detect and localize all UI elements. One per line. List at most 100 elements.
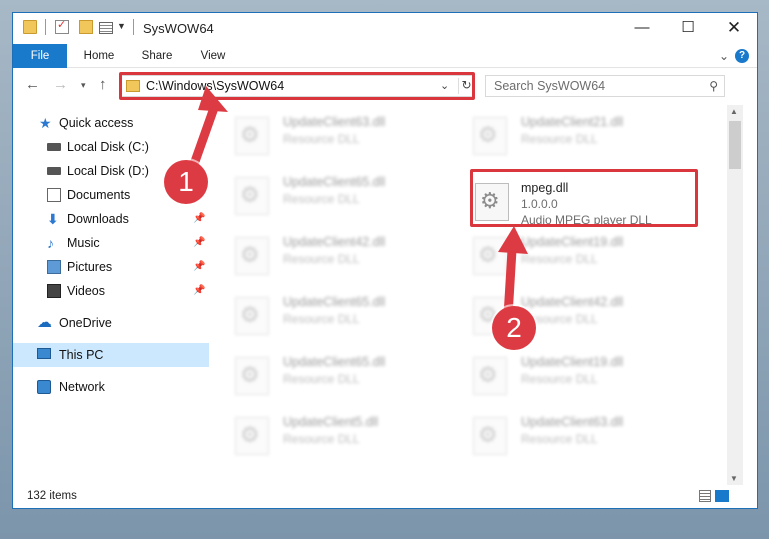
star-icon: ★ xyxy=(39,115,52,131)
file-type: Resource DLL xyxy=(521,132,598,146)
file-name: UpdateClient63.dll xyxy=(521,415,624,429)
sidebar-item-label: Pictures xyxy=(67,260,113,274)
tab-share[interactable]: Share xyxy=(135,44,179,68)
ribbon-tabs: File Home Share View ⌄ ? xyxy=(13,44,757,68)
pin-icon[interactable]: 📌 xyxy=(193,255,205,279)
file-tile[interactable]: UpdateClient19.dll Resource DLL xyxy=(463,351,673,403)
file-name: UpdateClient42.dll xyxy=(521,295,624,309)
view-options-icon[interactable] xyxy=(99,22,113,34)
sidebar-item-downloads[interactable]: ⬇ Downloads 📌 xyxy=(13,207,209,231)
close-button[interactable]: ✕ xyxy=(711,13,757,43)
scroll-up-icon[interactable]: ▲ xyxy=(730,107,738,116)
up-button[interactable]: ↑ xyxy=(99,76,107,93)
file-tile[interactable]: UpdateClient63.dll Resource DLL xyxy=(463,411,673,463)
properties-icon[interactable] xyxy=(55,18,69,34)
back-button[interactable]: ← xyxy=(25,76,40,93)
window-title: SysWOW64 xyxy=(143,21,214,36)
file-name: UpdateClient19.dll xyxy=(521,355,624,369)
pin-icon[interactable]: 📌 xyxy=(193,231,205,255)
file-list: UpdateClient63.dll Resource DLL UpdateCl… xyxy=(213,105,723,485)
file-tile[interactable]: UpdateClient42.dll Resource DLL xyxy=(225,231,435,283)
file-name: UpdateClient65.dll xyxy=(283,355,386,369)
sidebar-item-quick-access[interactable]: ★ Quick access xyxy=(13,111,209,135)
dll-file-icon xyxy=(235,117,269,155)
file-tile[interactable]: UpdateClient65.dll Resource DLL xyxy=(225,291,435,343)
sidebar-item-local-disk-c[interactable]: Local Disk (C:) xyxy=(13,135,209,159)
file-type: Resource DLL xyxy=(283,312,360,326)
file-name: UpdateClient63.dll xyxy=(283,115,386,129)
dll-file-icon xyxy=(235,417,269,455)
file-name: UpdateClient19.dll xyxy=(521,235,624,249)
sidebar-item-network[interactable]: Network xyxy=(13,375,209,399)
title-bar: ▼ SysWOW64 — ☐ ✕ xyxy=(13,13,757,44)
file-tile[interactable]: UpdateClient65.dll Resource DLL xyxy=(225,351,435,403)
toolbar-divider xyxy=(45,19,46,35)
dll-file-icon xyxy=(473,357,507,395)
file-name: UpdateClient42.dll xyxy=(283,235,386,249)
sidebar-item-label: Downloads xyxy=(67,212,129,226)
search-icon[interactable]: ⚲ xyxy=(709,79,718,93)
documents-icon xyxy=(47,188,61,202)
file-tile[interactable]: UpdateClient21.dll Resource DLL xyxy=(463,111,673,163)
search-input[interactable]: Search SysWOW64 ⚲ xyxy=(485,75,725,97)
search-placeholder: Search SysWOW64 xyxy=(494,79,606,93)
forward-button[interactable]: → xyxy=(53,76,68,93)
sidebar-item-music[interactable]: ♪ Music 📌 xyxy=(13,231,209,255)
address-bar-highlight xyxy=(119,72,475,100)
sidebar-item-videos[interactable]: Videos 📌 xyxy=(13,279,209,303)
pin-icon[interactable]: 📌 xyxy=(193,279,205,303)
sidebar-item-label: Quick access xyxy=(59,116,134,130)
download-icon: ⬇ xyxy=(47,211,59,227)
large-icons-view-icon[interactable] xyxy=(715,490,729,502)
help-icon[interactable]: ? xyxy=(735,49,749,63)
step-marker-2: 2 xyxy=(492,306,536,350)
pictures-icon xyxy=(47,260,61,274)
sidebar-item-label: This PC xyxy=(59,348,104,362)
new-folder-icon[interactable] xyxy=(79,20,93,34)
sidebar-item-label: OneDrive xyxy=(59,316,112,330)
dll-file-icon xyxy=(473,417,507,455)
recent-locations-dropdown[interactable]: ▾ xyxy=(81,80,86,91)
dll-file-icon xyxy=(235,237,269,275)
file-name: UpdateClient65.dll xyxy=(283,295,386,309)
maximize-button[interactable]: ☐ xyxy=(665,13,711,43)
music-icon: ♪ xyxy=(47,235,54,251)
folder-icon[interactable] xyxy=(23,20,37,34)
tab-home[interactable]: Home xyxy=(77,44,121,68)
status-bar: 132 items xyxy=(13,485,757,508)
file-type: Resource DLL xyxy=(283,192,360,206)
file-name: UpdateClient5.dll xyxy=(283,415,379,429)
tab-file[interactable]: File xyxy=(13,44,67,68)
vertical-scrollbar[interactable]: ▲ ▼ xyxy=(727,105,743,485)
file-type: Resource DLL xyxy=(283,252,360,266)
minimize-button[interactable]: — xyxy=(619,13,665,43)
cloud-icon: ☁ xyxy=(37,314,52,331)
file-type: Resource DLL xyxy=(283,372,360,386)
scroll-thumb[interactable] xyxy=(729,121,741,169)
file-name: UpdateClient21.dll xyxy=(521,115,624,129)
network-icon xyxy=(37,380,51,394)
scroll-down-icon[interactable]: ▼ xyxy=(730,474,738,483)
step-marker-1: 1 xyxy=(164,160,208,204)
file-tile[interactable]: UpdateClient19.dll Resource DLL xyxy=(463,231,673,283)
file-type: Resource DLL xyxy=(283,132,360,146)
expand-ribbon-icon[interactable]: ⌄ xyxy=(719,49,729,63)
file-type: Resource DLL xyxy=(521,372,598,386)
sidebar-item-label: Videos xyxy=(67,284,105,298)
customize-toolbar-dropdown-icon[interactable]: ▼ xyxy=(117,21,126,31)
pin-icon[interactable]: 📌 xyxy=(193,207,205,231)
sidebar-item-pictures[interactable]: Pictures 📌 xyxy=(13,255,209,279)
sidebar-item-label: Documents xyxy=(67,188,131,202)
sidebar-item-label: Network xyxy=(59,380,105,394)
computer-icon xyxy=(37,348,51,359)
file-tile[interactable]: UpdateClient65.dll Resource DLL xyxy=(225,171,435,223)
file-tile[interactable]: UpdateClient63.dll Resource DLL xyxy=(225,111,435,163)
dll-file-icon xyxy=(235,297,269,335)
file-tile[interactable]: UpdateClient5.dll Resource DLL xyxy=(225,411,435,463)
item-count: 132 items xyxy=(27,490,77,502)
tab-view[interactable]: View xyxy=(193,44,233,68)
sidebar-item-onedrive[interactable]: ☁ OneDrive xyxy=(13,311,209,335)
sidebar-item-this-pc[interactable]: This PC xyxy=(13,343,209,367)
details-view-icon[interactable] xyxy=(699,490,711,502)
navigation-bar: ← → ▾ ↑ C:\Windows\SysWOW64 ⌄ ↻ Search S… xyxy=(13,69,757,101)
